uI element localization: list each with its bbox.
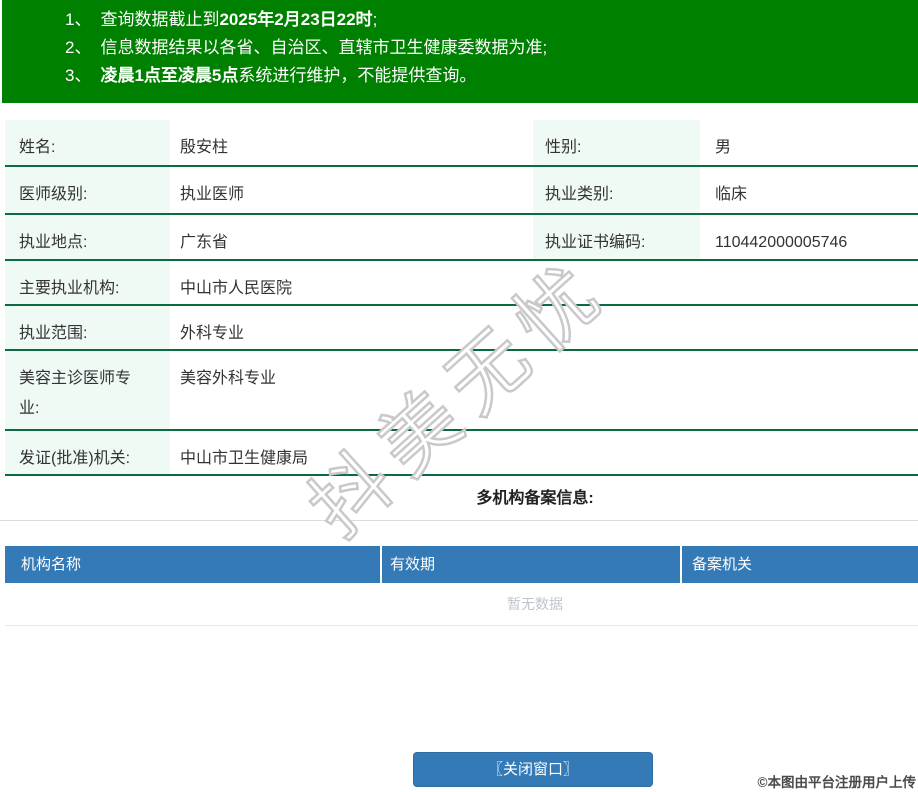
column-header-institution: 机构名称: [5, 546, 382, 583]
gender-label: 性别:: [533, 120, 700, 167]
gender-value: 男: [700, 120, 918, 167]
notice-line-2: 2、 信息数据结果以各省、自治区、直辖市卫生健康委数据为准;: [65, 38, 548, 57]
name-label: 姓名:: [5, 120, 170, 167]
category-value: 临床: [700, 166, 918, 215]
level-label: 医师级别:: [5, 166, 170, 215]
table-row: 美容主诊医师专业: 美容外科专业: [5, 350, 918, 431]
cosmetic-specialty-value: 美容外科专业: [170, 350, 918, 431]
name-value: 殷安柱: [170, 120, 533, 167]
close-window-button[interactable]: 〖关闭窗口〗: [413, 752, 653, 787]
issuer-value: 中山市卫生健康局: [170, 430, 918, 476]
main-org-label: 主要执业机构:: [5, 260, 170, 306]
column-header-authority: 备案机关: [692, 556, 753, 573]
records-table-header: 机构名称 有效期 备案机关: [5, 546, 918, 583]
main-org-value: 中山市人民医院: [170, 260, 918, 306]
location-value: 广东省: [170, 214, 533, 261]
scope-label: 执业范围:: [5, 305, 170, 351]
column-header-validity: 有效期: [382, 546, 682, 583]
table-row: 姓名: 殷安柱 性别: 男: [5, 120, 918, 167]
notice-banner: 1、 查询数据截止到2025年2月23日22时; 2、 信息数据结果以各省、自治区、…: [2, 0, 918, 103]
notice-number: 1、: [65, 10, 92, 29]
issuer-label: 发证(批准)机关:: [5, 430, 170, 476]
table-row: 发证(批准)机关: 中山市卫生健康局: [5, 430, 918, 476]
table-row: 主要执业机构: 中山市人民医院: [5, 260, 918, 306]
cosmetic-specialty-label: 美容主诊医师专业:: [5, 350, 170, 431]
scope-value: 外科专业: [170, 305, 918, 351]
section-divider: [0, 520, 918, 521]
doctor-profile-table: 姓名: 殷安柱 性别: 男 医师级别: 执业医师 执业类别: 临床 执业地点: …: [5, 120, 918, 476]
table-row: 医师级别: 执业医师 执业类别: 临床: [5, 166, 918, 215]
cert-no-value: 110442000005746: [700, 214, 918, 261]
table-row: 执业地点: 广东省 执业证书编码: 110442000005746: [5, 214, 918, 261]
records-empty-placeholder: 暂无数据: [5, 583, 918, 626]
notice-number: 2、: [65, 38, 92, 57]
level-value: 执业医师: [170, 166, 533, 215]
notice-line-1: 1、 查询数据截止到2025年2月23日22时;: [65, 10, 378, 29]
category-label: 执业类别:: [533, 166, 700, 215]
notice-line-3: 3、 凌晨1点至凌晨5点系统进行维护，不能提供查询。: [65, 66, 477, 85]
query-result-page: 1、 查询数据截止到2025年2月23日22时; 2、 信息数据结果以各省、自治区、…: [0, 0, 918, 792]
location-label: 执业地点:: [5, 214, 170, 261]
upload-credit-watermark: ©本图由平台注册用户上传: [757, 775, 916, 790]
table-row: 执业范围: 外科专业: [5, 305, 918, 351]
records-section-title: 多机构备案信息:: [476, 490, 594, 507]
cert-no-label: 执业证书编码:: [533, 214, 700, 261]
notice-number: 3、: [65, 66, 92, 85]
